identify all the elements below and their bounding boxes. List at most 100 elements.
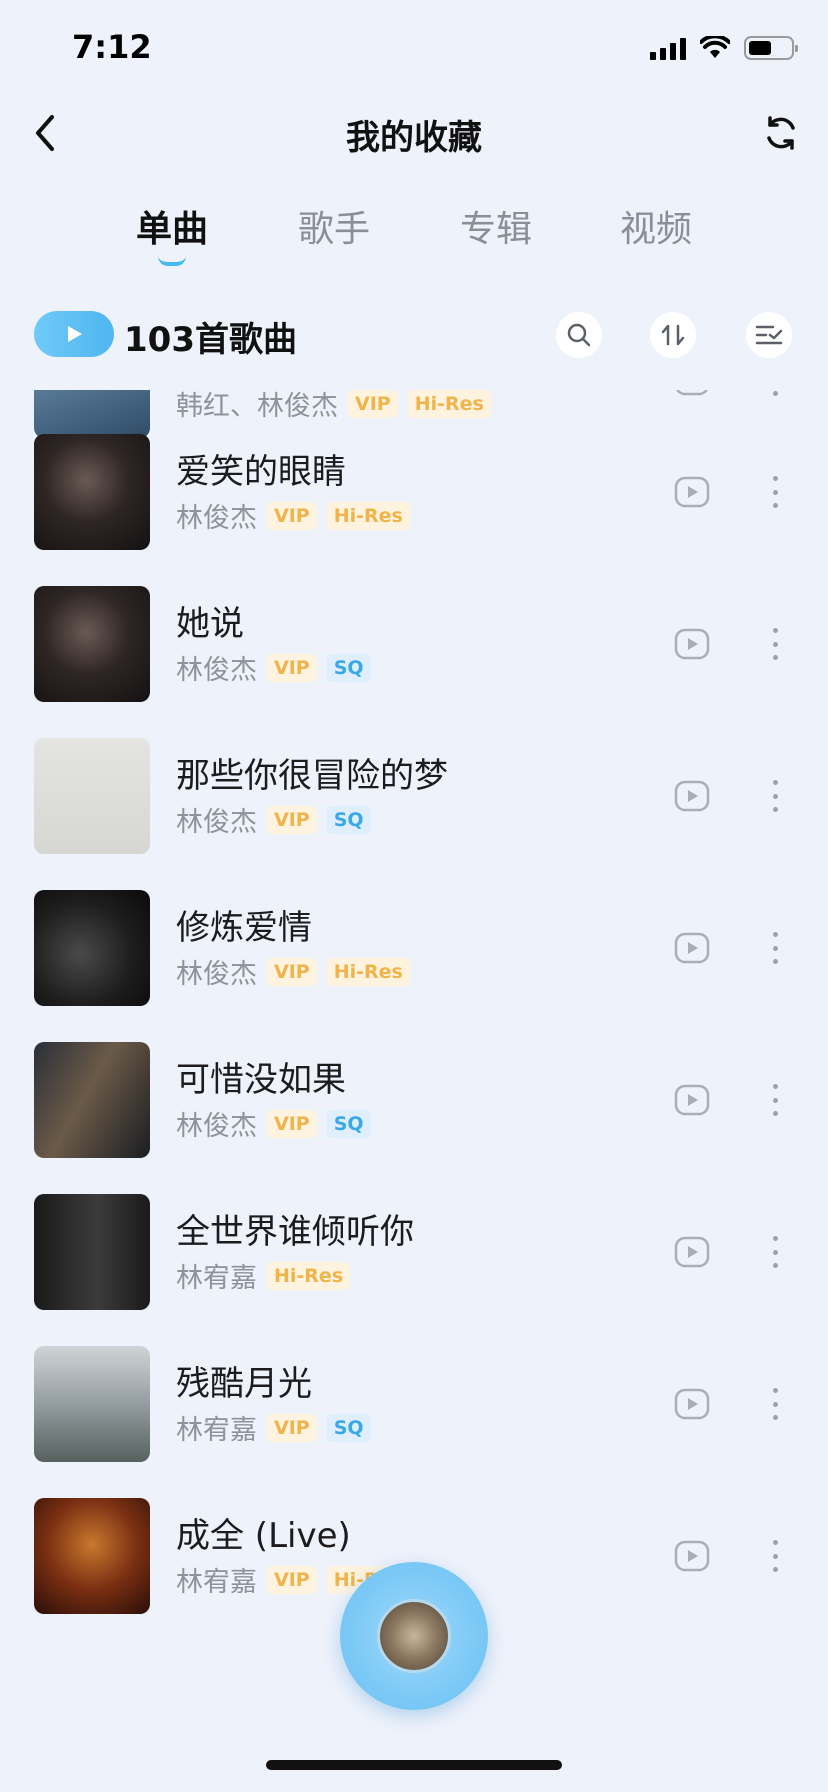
sq-badge: SQ <box>326 1109 371 1138</box>
refresh-button[interactable] <box>756 108 806 158</box>
tab-active-indicator <box>158 256 186 266</box>
album-cover[interactable] <box>34 434 150 550</box>
song-artist: 林俊杰 <box>176 807 257 838</box>
refresh-icon <box>767 116 795 150</box>
song-row[interactable]: 那些你很冒险的梦 林俊杰 VIP SQ <box>0 738 828 890</box>
mini-player-button[interactable] <box>340 1562 488 1710</box>
album-cover[interactable] <box>34 390 150 438</box>
vip-badge: VIP <box>267 957 317 986</box>
song-meta: 林宥嘉 VIP SQ <box>176 1408 371 1447</box>
sort-icon <box>661 324 685 346</box>
song-more-button[interactable] <box>760 776 790 816</box>
song-more-button[interactable] <box>760 624 790 664</box>
song-artist: 林俊杰 <box>176 655 257 686</box>
song-play-button[interactable] <box>674 1386 710 1422</box>
song-list: 飞云之下韩红、林俊杰VIPHi-Res爱笑的眼睛林俊杰VIPHi-Res她说林俊… <box>0 390 828 1680</box>
hires-badge: Hi-Res <box>267 1261 351 1290</box>
more-vertical-icon <box>772 1084 778 1089</box>
hires-badge: Hi-Res <box>407 390 491 418</box>
song-artist: 林俊杰 <box>176 503 257 534</box>
multi-select-button[interactable] <box>746 312 792 358</box>
song-title: 成全 (Live) <box>176 1516 351 1556</box>
song-artist: 林俊杰 <box>176 959 257 990</box>
song-meta: 林俊杰 VIP Hi-Res <box>176 952 410 991</box>
sq-badge: SQ <box>326 653 371 682</box>
play-circle-icon <box>674 1084 710 1116</box>
play-icon <box>68 326 82 342</box>
vip-badge: VIP <box>267 653 317 682</box>
song-play-button[interactable] <box>674 474 710 510</box>
cellular-signal-icon <box>650 36 686 60</box>
song-meta: 林俊杰 VIP SQ <box>176 648 371 687</box>
play-circle-icon <box>674 476 710 508</box>
now-playing-cover <box>377 1599 451 1673</box>
status-bar: 7:12 <box>0 0 828 100</box>
album-cover[interactable] <box>34 1042 150 1158</box>
album-cover[interactable] <box>34 738 150 854</box>
song-title: 全世界谁倾听你 <box>176 1212 414 1252</box>
status-icons <box>650 36 798 60</box>
sq-badge: SQ <box>326 1413 371 1442</box>
vip-badge: VIP <box>267 805 317 834</box>
song-row[interactable]: 爱笑的眼睛 林俊杰 VIP Hi-Res <box>0 434 828 586</box>
song-title: 那些你很冒险的梦 <box>176 756 448 796</box>
song-artist: 林宥嘉 <box>176 1567 257 1598</box>
song-play-button[interactable] <box>674 930 710 966</box>
album-cover[interactable] <box>34 1498 150 1614</box>
song-play-button[interactable] <box>674 626 710 662</box>
play-circle-icon <box>674 1388 710 1420</box>
album-cover[interactable] <box>34 586 150 702</box>
tab-singers[interactable]: 歌手 <box>298 200 370 252</box>
song-count: 103首歌曲 <box>124 320 297 360</box>
song-more-button[interactable] <box>760 1536 790 1576</box>
song-play-button[interactable] <box>674 390 710 398</box>
song-more-button[interactable] <box>760 1384 790 1424</box>
song-meta: 林俊杰 VIP Hi-Res <box>176 496 410 535</box>
multi-select-icon <box>755 325 783 345</box>
play-circle-icon <box>674 780 710 812</box>
song-play-button[interactable] <box>674 1538 710 1574</box>
song-more-button[interactable] <box>760 472 790 512</box>
tab-albums[interactable]: 专辑 <box>460 200 532 252</box>
album-cover[interactable] <box>34 1194 150 1310</box>
song-row[interactable]: 全世界谁倾听你 林宥嘉 Hi-Res <box>0 1194 828 1346</box>
song-title: 可惜没如果 <box>176 1060 346 1100</box>
page-title: 我的收藏 <box>346 118 482 158</box>
tab-videos[interactable]: 视频 <box>620 200 692 252</box>
vip-badge: VIP <box>267 501 317 530</box>
song-more-button[interactable] <box>760 1080 790 1120</box>
song-more-button[interactable] <box>760 390 790 400</box>
search-icon <box>567 323 591 347</box>
song-play-button[interactable] <box>674 1234 710 1270</box>
song-row[interactable]: 可惜没如果 林俊杰 VIP SQ <box>0 1042 828 1194</box>
play-circle-icon <box>674 932 710 964</box>
song-title: 残酷月光 <box>176 1364 312 1404</box>
battery-icon <box>744 36 798 60</box>
song-title: 修炼爱情 <box>176 908 312 948</box>
search-button[interactable] <box>556 312 602 358</box>
play-circle-icon <box>674 628 710 660</box>
play-circle-icon <box>676 390 708 396</box>
tab-singles[interactable]: 单曲 <box>136 200 208 252</box>
play-circle-icon <box>674 1540 710 1572</box>
song-artist: 林俊杰 <box>176 1111 257 1142</box>
album-cover[interactable] <box>34 1346 150 1462</box>
song-more-button[interactable] <box>760 928 790 968</box>
more-vertical-icon <box>772 476 778 481</box>
more-vertical-icon <box>772 932 778 937</box>
song-artist: 韩红、林俊杰 <box>176 391 338 422</box>
status-time: 7:12 <box>72 28 152 66</box>
list-header: 103首歌曲 <box>0 300 828 370</box>
song-play-button[interactable] <box>674 1082 710 1118</box>
song-more-button[interactable] <box>760 1232 790 1272</box>
song-row[interactable]: 她说 林俊杰 VIP SQ <box>0 586 828 738</box>
vip-badge: VIP <box>267 1565 317 1594</box>
sort-button[interactable] <box>650 312 696 358</box>
song-play-button[interactable] <box>674 778 710 814</box>
home-indicator <box>266 1760 562 1770</box>
song-row[interactable]: 残酷月光林宥嘉 VIP SQ <box>0 1346 828 1498</box>
tab-bar: 单曲 歌手 专辑 视频 <box>110 200 710 270</box>
song-row[interactable]: 修炼爱情 林俊杰 VIP Hi-Res <box>0 890 828 1042</box>
play-all-button[interactable] <box>34 311 114 357</box>
album-cover[interactable] <box>34 890 150 1006</box>
